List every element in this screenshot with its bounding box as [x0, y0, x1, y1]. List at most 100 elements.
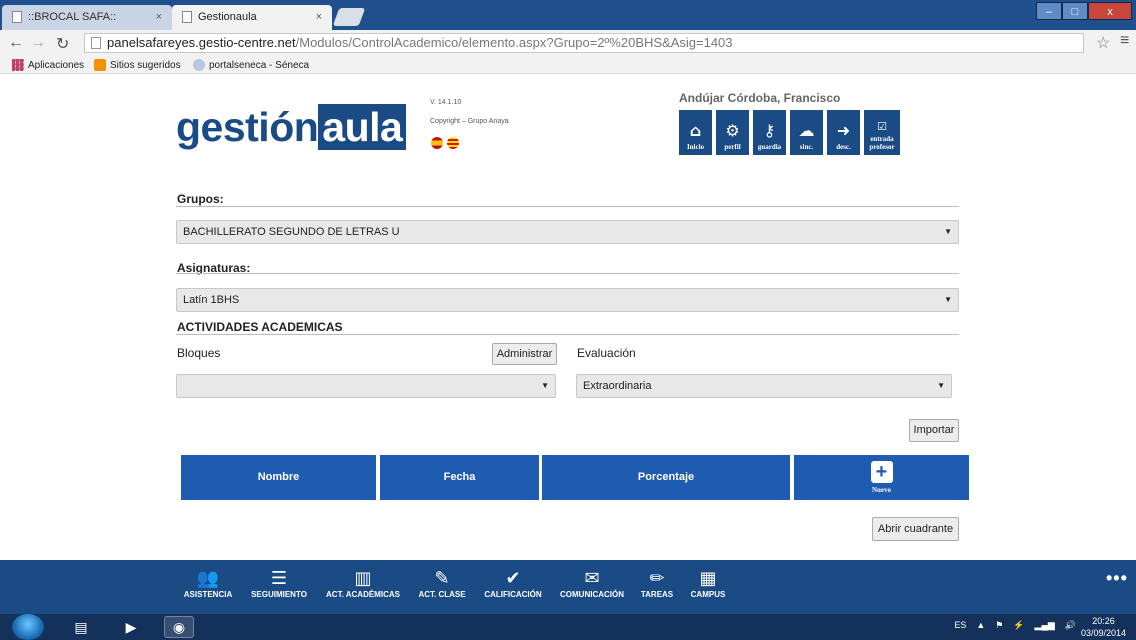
user-name: Andújar Córdoba, Francisco [679, 91, 841, 105]
media-player-icon[interactable]: ▶ [116, 616, 146, 638]
cloud-upload-icon: ☁ [798, 121, 815, 140]
nav-seguimiento[interactable]: ☰ SEGUIMIENTO [248, 568, 310, 599]
more-icon[interactable]: ••• [1106, 568, 1128, 589]
nav-asistencia[interactable]: 👥 ASISTENCIA [180, 568, 236, 599]
bookmark-sitios-sugeridos[interactable]: Sitios sugeridos [94, 59, 181, 71]
tab-label: Gestionaula [198, 11, 257, 23]
nuevo-button[interactable]: + Nuevo [794, 455, 969, 500]
bloques-select[interactable]: ▼ [176, 374, 556, 398]
network-icon[interactable]: ▂▄▆ [1035, 620, 1055, 631]
nav-comunicacion[interactable]: ✉ COMUNICACIÓN [556, 568, 628, 599]
maximize-button[interactable]: □ [1062, 2, 1088, 20]
button-label: sinc. [799, 143, 814, 151]
divider [176, 206, 959, 207]
nav-campus[interactable]: ▦ CAMPUS [686, 568, 730, 599]
column-header-fecha[interactable]: Fecha [380, 455, 539, 500]
check-circle-icon: ✔ [505, 568, 521, 589]
asignaturas-select[interactable]: Latín 1BHS ▼ [176, 288, 959, 312]
bookmark-aplicaciones[interactable]: Aplicaciones [12, 59, 84, 71]
language-indicator[interactable]: ES [954, 620, 966, 631]
close-tab-icon[interactable]: × [156, 5, 162, 30]
minimize-button[interactable]: – [1036, 2, 1062, 20]
column-header-porcentaje[interactable]: Porcentaje [542, 455, 790, 500]
catalonia-flag-icon[interactable] [447, 137, 459, 149]
abrir-cuadrante-button[interactable]: Abrir cuadrante [872, 517, 959, 541]
edit-icon: ✎ [434, 568, 450, 589]
select-value: Latín 1BHS [183, 294, 240, 306]
close-window-button[interactable]: x [1088, 2, 1132, 20]
nav-label: CAMPUS [690, 590, 726, 599]
nav-act-academicas[interactable]: ▥ ACT. ACADÉMICAS [322, 568, 404, 599]
evaluacion-select[interactable]: Extraordinaria ▼ [576, 374, 952, 398]
group-icon: 👥 [196, 568, 220, 589]
nav-act-clase[interactable]: ✎ ACT. CLASE [414, 568, 470, 599]
back-arrow-icon[interactable]: ← [8, 34, 24, 52]
dropdown-arrow-icon: ▼ [944, 227, 952, 236]
language-flags [431, 137, 459, 149]
select-value: Extraordinaria [583, 380, 652, 392]
address-bar[interactable]: panelsafareyes.gestio-centre.net/Modulos… [84, 33, 1084, 53]
administrar-button[interactable]: Administrar [492, 343, 557, 365]
importar-button[interactable]: Importar [909, 419, 959, 442]
bookmark-label: Sitios sugeridos [110, 59, 181, 71]
key-icon: ⚷ [763, 121, 776, 140]
grupos-select[interactable]: BACHILLERATO SEGUNDO DE LETRAS U ▼ [176, 220, 959, 244]
gestionaula-logo[interactable]: gestiónaula [176, 104, 407, 151]
browser-tabstrip: ::BROCAL SAFA:: × Gestionaula × – □ x [0, 0, 1136, 30]
chrome-icon[interactable]: ◉ [164, 616, 194, 638]
new-tab-button[interactable] [332, 8, 366, 26]
show-hidden-icons-icon[interactable]: ▲ [976, 620, 985, 631]
bookmark-label: Aplicaciones [28, 59, 85, 71]
sinc-button[interactable]: ☁ sinc. [790, 110, 823, 155]
column-header-nombre[interactable]: Nombre [181, 455, 376, 500]
apps-grid-icon [12, 59, 24, 71]
volume-icon[interactable]: 🔊 [1065, 620, 1076, 631]
envelope-icon: ✉ [584, 568, 600, 589]
window-controls: – □ x [1036, 2, 1132, 20]
nav-label: ACT. CLASE [418, 590, 466, 599]
page-icon [12, 11, 22, 24]
bookmark-label: portalseneca - Séneca [209, 59, 310, 71]
nav-tareas[interactable]: ✏ TAREAS [636, 568, 678, 599]
app-footer-nav: 👥 ASISTENCIA ☰ SEGUIMIENTO ▥ ACT. ACADÉM… [0, 560, 1136, 614]
top-toolbar: ⌂ Inicio ⚙ perfil ⚷ guardia ☁ sinc. ➜ de… [679, 110, 900, 155]
logo-text: gestión [176, 104, 319, 150]
list-icon: ☰ [270, 568, 288, 589]
perfil-button[interactable]: ⚙ perfil [716, 110, 749, 155]
bookmark-seneca[interactable]: portalseneca - Séneca [193, 59, 309, 71]
nav-calificacion[interactable]: ✔ CALIFICACIÓN [480, 568, 546, 599]
bookmark-star-icon[interactable]: ☆ [1096, 33, 1110, 53]
power-icon[interactable]: ⚡ [1013, 620, 1024, 631]
button-label-2: profesor [869, 143, 895, 151]
menu-icon[interactable]: ≡ [1120, 32, 1129, 50]
forward-arrow-icon[interactable]: → [30, 34, 46, 52]
desc-button[interactable]: ➜ desc. [827, 110, 860, 155]
building-icon: ▦ [699, 568, 717, 589]
nav-label: COMUNICACIÓN [560, 590, 624, 599]
page-icon [182, 11, 192, 24]
suggested-sites-icon [94, 59, 106, 71]
browser-tab-gestionaula[interactable]: Gestionaula × [172, 5, 332, 30]
file-explorer-icon[interactable]: ▤ [66, 616, 96, 638]
reload-icon[interactable]: ↻ [56, 34, 69, 54]
entrada-profesor-button[interactable]: ☑ entrada profesor [864, 110, 900, 155]
tab-label: ::BROCAL SAFA:: [28, 11, 117, 23]
guardia-button[interactable]: ⚷ guardia [753, 110, 786, 155]
nav-label: SEGUIMIENTO [251, 590, 307, 599]
close-tab-icon[interactable]: × [316, 5, 322, 30]
browser-tab-brocal[interactable]: ::BROCAL SAFA:: × [2, 5, 172, 30]
select-value: BACHILLERATO SEGUNDO DE LETRAS U [183, 226, 400, 238]
flag-icon[interactable]: ⚑ [995, 620, 1003, 631]
button-label: perfil [724, 143, 741, 151]
logout-icon: ➜ [836, 121, 851, 140]
page-icon [91, 37, 101, 49]
spain-flag-icon[interactable] [431, 137, 443, 149]
section-title: ACTIVIDADES ACADEMICAS [177, 320, 343, 334]
button-label: guardia [757, 143, 782, 151]
clock-time: 20:26 [1092, 616, 1115, 626]
dropdown-arrow-icon: ▼ [944, 295, 952, 304]
start-button[interactable] [12, 614, 44, 640]
clock[interactable]: 20:26 03/09/2014 [1081, 615, 1126, 639]
inicio-button[interactable]: ⌂ Inicio [679, 110, 712, 155]
dropdown-arrow-icon: ▼ [937, 381, 945, 390]
